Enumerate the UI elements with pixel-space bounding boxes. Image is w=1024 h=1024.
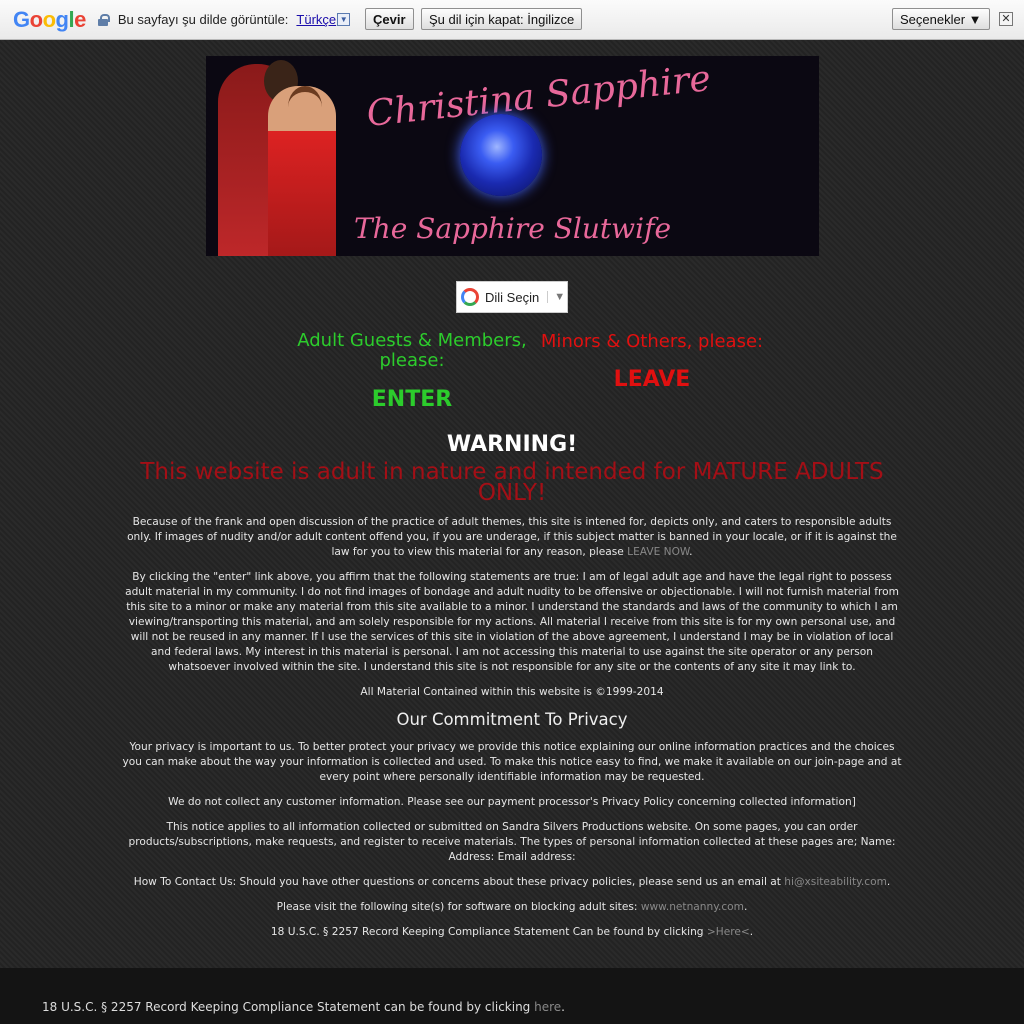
site-banner: Christina Sapphire The Sapphire Slutwife xyxy=(206,56,819,256)
contact-email-link[interactable]: hi@xsiteability.com xyxy=(784,876,887,888)
translate-prompt: Bu sayfayı şu dilde görüntüle: xyxy=(117,12,289,27)
netnanny-link[interactable]: www.netnanny.com xyxy=(641,901,744,913)
language-selector-label: Dili Seçin xyxy=(485,289,540,305)
footer-here-link[interactable]: here xyxy=(534,1000,561,1014)
target-language-link[interactable]: Türkçe xyxy=(296,12,336,27)
privacy-paragraph-1: Your privacy is important to us. To bett… xyxy=(122,741,902,783)
turn-off-translation-button[interactable]: Şu dil için kapat: İngilizce xyxy=(421,8,583,30)
leave-now-link[interactable]: LEAVE NOW xyxy=(627,546,689,558)
disclaimer-paragraph-2: By clicking the "enter" link above, you … xyxy=(125,571,899,673)
compliance-statement: 18 U.S.C. § 2257 Record Keeping Complian… xyxy=(270,926,754,938)
sapphire-gem-icon xyxy=(460,114,542,196)
translate-button[interactable]: Çevir xyxy=(365,8,414,30)
chevron-down-icon: ▼ xyxy=(547,291,565,303)
options-button[interactable]: Seçenekler ▼ xyxy=(892,8,990,30)
privacy-contact: How To Contact Us: Should you have other… xyxy=(133,876,891,888)
banner-photo-woman-head xyxy=(288,86,322,128)
language-selector[interactable]: Dili Seçin ▼ xyxy=(456,281,568,313)
privacy-paragraph-3: This notice applies to all information c… xyxy=(128,821,896,863)
banner-subtitle: The Sapphire Slutwife xyxy=(354,212,672,245)
minors-heading: Minors & Others, please: xyxy=(540,331,764,352)
google-g-icon xyxy=(461,288,479,306)
banner-title: Christina Sapphire xyxy=(364,58,713,135)
warning-title: WARNING! xyxy=(446,432,578,457)
warning-subtitle: This website is adult in nature and inte… xyxy=(140,459,884,506)
footer: 18 U.S.C. § 2257 Record Keeping Complian… xyxy=(0,968,1024,1024)
privacy-heading: Our Commitment To Privacy xyxy=(396,710,628,729)
close-icon[interactable]: ✕ xyxy=(999,12,1013,26)
leave-link[interactable]: LEAVE xyxy=(538,367,766,392)
google-logo: Google xyxy=(13,6,86,32)
disclaimer-paragraph-1: Because of the frank and open discussion… xyxy=(127,516,897,558)
enter-link[interactable]: ENTER xyxy=(296,387,528,412)
language-dropdown-icon[interactable]: ▼ xyxy=(337,13,351,26)
copyright-notice: All Material Contained within this websi… xyxy=(360,686,664,698)
compliance-here-link[interactable]: >Here< xyxy=(707,926,750,938)
privacy-paragraph-2: We do not collect any customer informati… xyxy=(168,796,856,808)
lock-icon xyxy=(97,13,110,26)
blocking-software: Please visit the following site(s) for s… xyxy=(276,901,748,913)
footer-compliance: 18 U.S.C. § 2257 Record Keeping Complian… xyxy=(42,1000,565,1014)
adult-guests-heading: Adult Guests & Members, please: xyxy=(297,330,527,371)
